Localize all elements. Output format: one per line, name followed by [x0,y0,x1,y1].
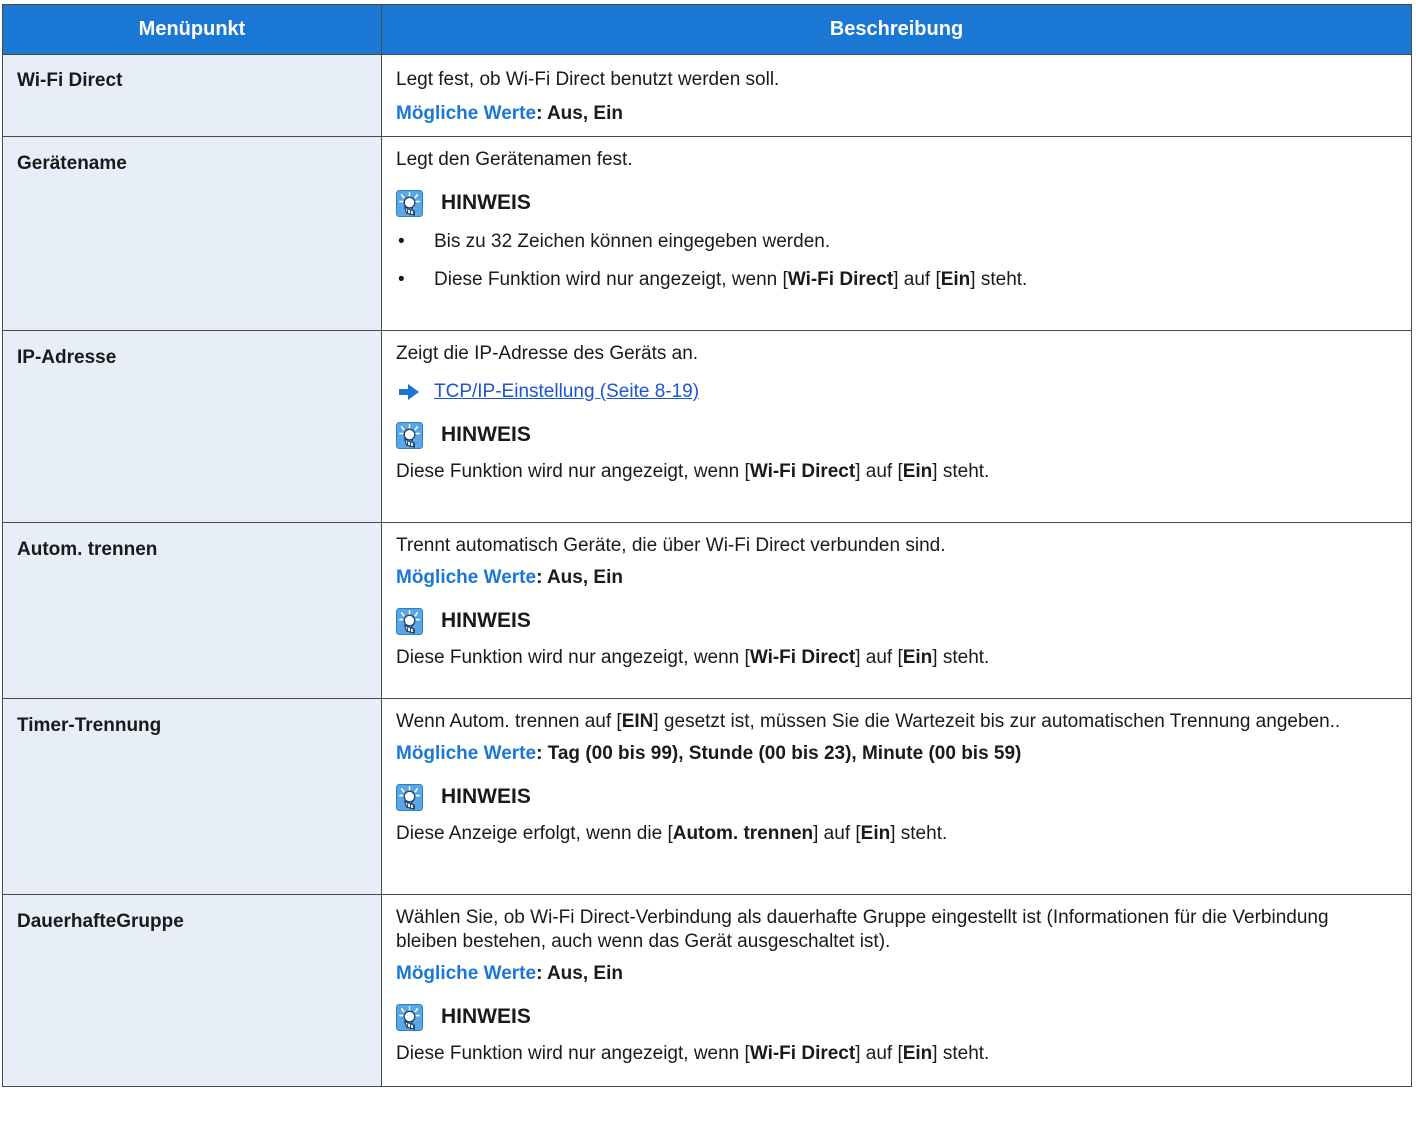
note-title: HINWEIS [441,785,531,808]
note-header: HINWEIS [396,1002,1395,1032]
description-text: Legt fest, ob Wi-Fi Direct benutzt werde… [396,69,780,90]
values-label: Mögliche Werte [396,103,537,124]
list-item: • Bis zu 32 Zeichen können eingegeben wer… [398,231,831,252]
values-label: Mögliche Werte [396,963,537,984]
list-item: • Diese Funktion wird nur angezeigt, wenn… [398,269,1028,290]
possible-values: Mögliche Werte: Tag (00 bis 99), Stunde … [396,742,1395,766]
description-text: Wählen Sie, ob Wi-Fi Direct-Verbindung a… [396,907,1329,952]
bullet: • [398,269,405,290]
note-header: HINWEIS [396,420,1395,450]
header-beschreibung: Beschreibung [381,4,1412,55]
possible-values: Mögliche Werte: Aus, Ein [396,102,1395,126]
table-header-row: Menüpunkt Beschreibung [2,4,1412,55]
note-text: Diese Funktion wird nur angezeigt, wenn … [396,647,990,668]
note-header: HINWEIS [396,606,1395,636]
note-title: HINWEIS [441,609,531,632]
row-desc: Wählen Sie, ob Wi-Fi Direct-Verbindung a… [381,894,1412,1087]
row-item-dauerhafte-gruppe: DauerhafteGruppe [2,894,382,1087]
row-item-wifi-direct: Wi-Fi Direct [2,54,382,137]
settings-table: Menüpunkt Beschreibung Wi-Fi Direct Legt… [2,4,1412,1087]
row-desc: Trennt automatisch Geräte, die über Wi-F… [381,522,1412,699]
hint-lightbulb-icon [396,784,423,811]
description-text: Zeigt die IP-Adresse des Geräts an. [396,343,699,364]
values-text: : Aus, Ein [536,103,623,124]
table-row: IP-Adresse Zeigt die IP-Adresse des Gerä… [2,330,1412,523]
row-desc: Wenn Autom. trennen auf [EIN] gesetzt is… [381,698,1412,895]
values-text: : Tag (00 bis 99), Stunde (00 bis 23), M… [536,743,1022,764]
hint-lightbulb-icon [396,190,423,217]
note-title: HINWEIS [441,191,531,214]
cross-reference: TCP/IP-Einstellung (Seite 8-19) [396,380,1395,404]
table-row: Autom. trennen Trennt automatisch Geräte… [2,522,1412,699]
note-text: Diese Funktion wird nur angezeigt, wenn … [396,461,990,482]
note-text: Diese Anzeige erfolgt, wenn die [Autom. … [396,823,948,844]
values-label: Mögliche Werte [396,567,537,588]
row-item-geraetename: Gerätename [2,136,382,331]
row-desc: Legt den Gerätenamen fest. HINWEIS • Bis … [381,136,1412,331]
note-list: • Bis zu 32 Zeichen können eingegeben wer… [396,230,1395,292]
note-header: HINWEIS [396,188,1395,218]
values-text: : Aus, Ein [536,567,623,588]
table-row: Timer-Trennung Wenn Autom. trennen auf [… [2,698,1412,895]
row-item-ip-adresse: IP-Adresse [2,330,382,523]
note-header: HINWEIS [396,782,1395,812]
table-row: Gerätename Legt den Gerätenamen fest. HI… [2,136,1412,331]
row-item-autom-trennen: Autom. trennen [2,522,382,699]
row-desc: Zeigt die IP-Adresse des Geräts an. TCP/… [381,330,1412,523]
table-row: DauerhafteGruppe Wählen Sie, ob Wi-Fi Di… [2,894,1412,1087]
row-item-timer-trennung: Timer-Trennung [2,698,382,895]
tcpip-settings-link[interactable]: TCP/IP-Einstellung (Seite 8-19) [434,380,699,404]
header-menupunkt: Menüpunkt [2,4,382,55]
note-text: Diese Funktion wird nur angezeigt, wenn … [396,1043,990,1064]
note-title: HINWEIS [441,1005,531,1028]
bullet: • [398,231,405,252]
possible-values: Mögliche Werte: Aus, Ein [396,566,1395,590]
description-text: Trennt automatisch Geräte, die über Wi-F… [396,535,946,556]
hint-lightbulb-icon [396,422,423,449]
description-text: Legt den Gerätenamen fest. [396,149,633,170]
arrow-right-icon [399,384,419,400]
values-label: Mögliche Werte [396,743,537,764]
description-text: Wenn Autom. trennen auf [EIN] gesetzt is… [396,711,1341,732]
table-row: Wi-Fi Direct Legt fest, ob Wi-Fi Direct … [2,54,1412,137]
row-desc: Legt fest, ob Wi-Fi Direct benutzt werde… [381,54,1412,137]
note-title: HINWEIS [441,423,531,446]
values-text: : Aus, Ein [536,963,623,984]
hint-lightbulb-icon [396,1004,423,1031]
hint-lightbulb-icon [396,608,423,635]
possible-values: Mögliche Werte: Aus, Ein [396,962,1395,986]
